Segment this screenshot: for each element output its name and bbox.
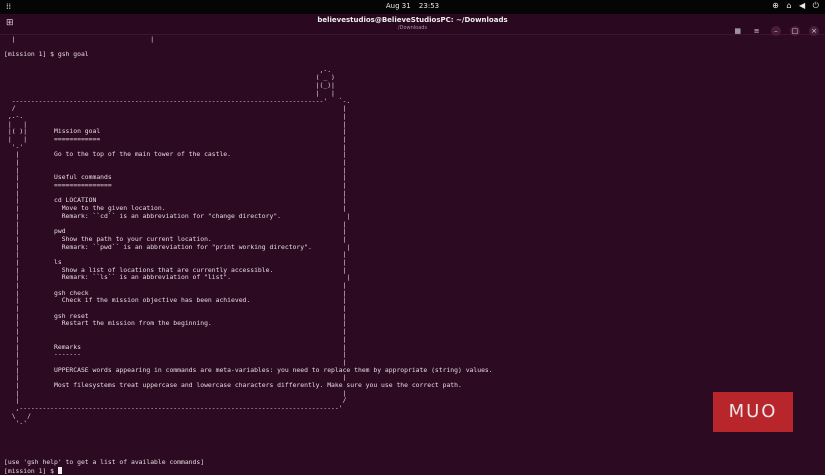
window-title: believestudios@BelieveStudiosPC: ~/Downl…: [317, 16, 508, 24]
system-top-bar: ⁞⁞ Aug 31 23:53 ⊕ ⌂ ◀ ⏻: [0, 0, 825, 14]
terminal-line: '-': [4, 419, 28, 428]
terminal-output[interactable]: | | [mission 1] $ gsh goal ,-. (_) |(_…: [4, 35, 804, 474]
tab-grid-icon[interactable]: ▦: [733, 26, 743, 36]
maximize-icon[interactable]: □: [789, 26, 800, 36]
terminal-line: | |: [4, 35, 155, 43]
prompt-text: [mission 1] $: [4, 466, 58, 475]
window-controls: ▦ ≡ – □ ×: [729, 18, 819, 37]
terminal-title-bar: ⊞ believestudios@BelieveStudiosPC: ~/Dow…: [0, 14, 825, 37]
terminal-line: ,---------------------------------------…: [4, 404, 343, 412]
minimize-icon[interactable]: –: [770, 26, 781, 36]
date-label: Aug 31: [385, 2, 411, 10]
text-cursor: [57, 466, 62, 474]
terminal-line: \ /: [4, 411, 31, 420]
clock[interactable]: Aug 31 23:53: [0, 2, 825, 10]
power-icon[interactable]: ⏻: [813, 1, 819, 10]
terminal-line: [mission 1] $ gsh goal: [4, 50, 89, 59]
time-label: 23:53: [418, 2, 440, 10]
menu-icon[interactable]: ≡: [752, 26, 762, 36]
accessibility-icon[interactable]: ⊕: [772, 1, 779, 10]
terminal-prompt[interactable]: [mission 1] $: [4, 466, 804, 475]
muo-logo: MUO: [713, 392, 793, 432]
network-icon[interactable]: ⌂: [786, 1, 791, 10]
terminal-line: [use 'gsh help' to get a list of availab…: [4, 457, 205, 466]
volume-icon[interactable]: ◀: [799, 1, 805, 10]
close-icon[interactable]: ×: [809, 26, 819, 36]
window-subtitle: /Downloads: [397, 25, 428, 31]
system-tray[interactable]: ⊕ ⌂ ◀ ⏻: [767, 1, 819, 11]
